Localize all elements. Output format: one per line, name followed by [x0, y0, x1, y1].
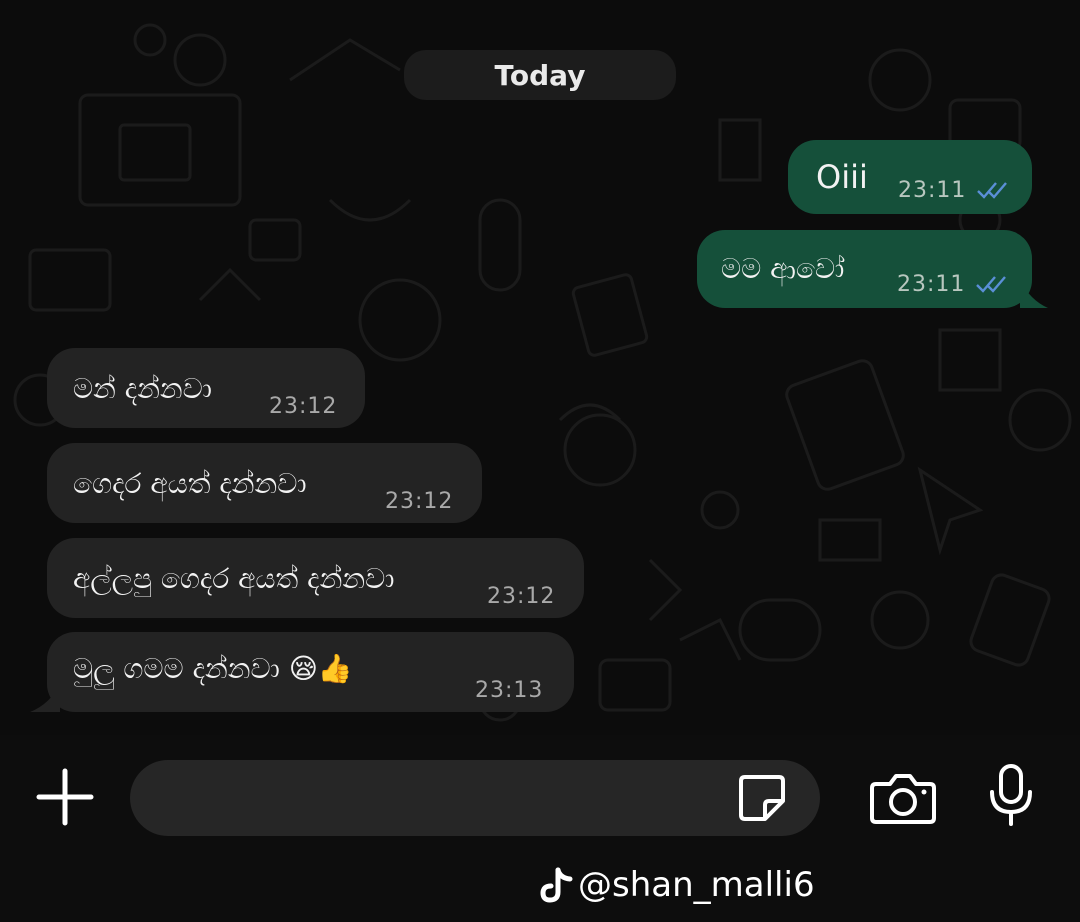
- bubble-tail: [1020, 280, 1048, 308]
- message-text: මන් දන්නවා: [73, 372, 213, 405]
- message-bubble-outgoing[interactable]: Oiii 23:11: [788, 140, 1032, 214]
- message-time: 23:12: [487, 584, 556, 609]
- message-bubble-incoming[interactable]: අල්ලපු ගෙදර අයත් දන්නවා 23:12: [47, 538, 584, 618]
- message-time: 23:11: [898, 178, 967, 203]
- double-check-icon: [977, 182, 1007, 199]
- message-text: මුලු ගමම දන්නවා 😪👍: [73, 652, 353, 685]
- watermark-handle: @shan_malli6: [578, 865, 815, 905]
- message-input[interactable]: [130, 760, 820, 836]
- message-text: මම ආවෝ: [721, 252, 845, 285]
- message-time: 23:11: [897, 272, 966, 297]
- bubble-tail: [30, 684, 60, 712]
- message-bubble-outgoing[interactable]: මම ආවෝ 23:11: [697, 230, 1032, 308]
- double-check-icon: [976, 276, 1006, 293]
- message-text: අල්ලපු ගෙදර අයත් දන්නවා: [73, 562, 395, 595]
- message-time: 23:13: [475, 678, 544, 703]
- camera-icon[interactable]: [868, 768, 938, 828]
- message-bubble-incoming[interactable]: ගෙදර අයත් දන්නවා 23:12: [47, 443, 482, 523]
- message-text: ගෙදර අයත් දන්නවා: [73, 467, 307, 500]
- sticker-icon[interactable]: [735, 771, 789, 825]
- microphone-icon[interactable]: [986, 762, 1036, 828]
- plus-icon[interactable]: [35, 767, 95, 827]
- message-text: Oiii: [816, 158, 868, 196]
- date-divider: Today: [404, 50, 676, 100]
- watermark: @shan_malli6: [540, 860, 815, 910]
- message-bubble-incoming[interactable]: මන් දන්නවා 23:12: [47, 348, 365, 428]
- tiktok-logo-icon: [540, 867, 573, 903]
- message-time: 23:12: [385, 489, 454, 514]
- message-bubble-incoming[interactable]: මුලු ගමම දන්නවා 😪👍 23:13: [47, 632, 574, 712]
- message-time: 23:12: [269, 394, 338, 419]
